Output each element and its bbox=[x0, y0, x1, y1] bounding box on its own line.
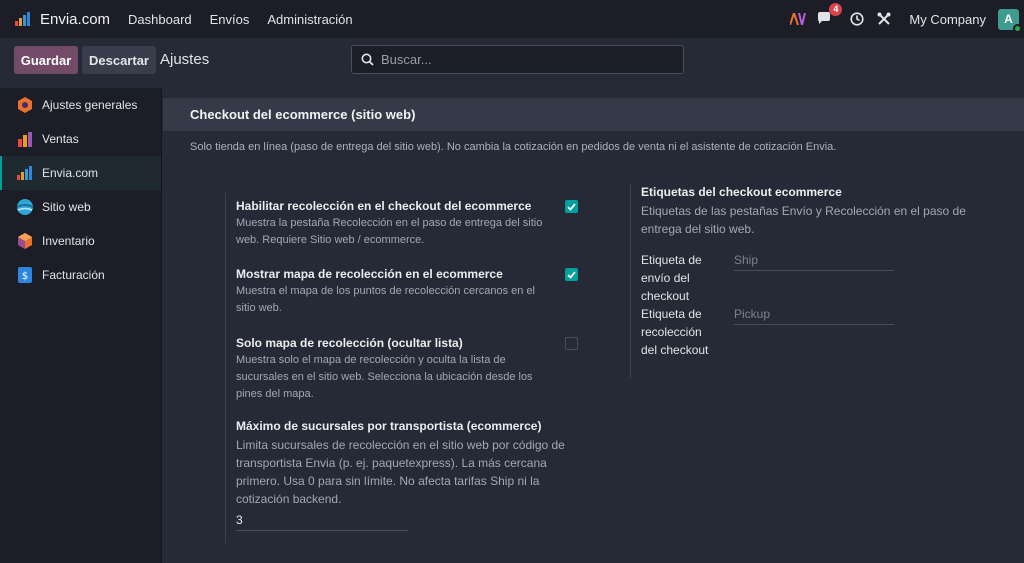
sidebar-item-general-settings[interactable]: Ajustes generales bbox=[0, 88, 161, 122]
page-title: Ajustes bbox=[160, 51, 210, 68]
sidebar-item-label: Ventas bbox=[42, 132, 79, 146]
menu-administracion[interactable]: Administración bbox=[267, 12, 352, 27]
search-input[interactable] bbox=[381, 52, 661, 67]
pickup-label-caption: Etiqueta de recolección del checkout bbox=[641, 307, 709, 357]
settings-left-column: Habilitar recolección en el checkout del… bbox=[225, 193, 585, 543]
envia-icon bbox=[16, 165, 33, 182]
setting-description: Muestra la pestaña Recolección en el pas… bbox=[236, 217, 543, 246]
discard-button[interactable]: Descartar bbox=[82, 46, 156, 74]
setting-max-branches: Máximo de sucursales por transportista (… bbox=[236, 418, 566, 508]
check-icon bbox=[567, 202, 576, 211]
chat-icon[interactable]: 4 bbox=[817, 3, 843, 27]
setting-description: Limita sucursales de recolección en el s… bbox=[236, 438, 565, 506]
shipping-label-input[interactable] bbox=[734, 253, 894, 267]
sidebar-item-label: Envia.com bbox=[42, 166, 99, 180]
labels-block-description: Etiquetas de las pestañas Envío y Recole… bbox=[641, 204, 966, 236]
labels-block-title: Etiquetas del checkout ecommerce bbox=[641, 185, 842, 199]
setting-title: Máximo de sucursales por transportista (… bbox=[236, 419, 542, 433]
sidebar-item-label: Ajustes generales bbox=[42, 98, 138, 112]
check-icon bbox=[567, 270, 576, 279]
map-only-checkbox[interactable] bbox=[565, 337, 578, 350]
inventory-icon bbox=[16, 233, 33, 250]
enable-pickup-checkbox[interactable] bbox=[565, 200, 578, 213]
shipping-label-caption: Etiqueta de envío del checkout bbox=[641, 253, 702, 303]
search-icon bbox=[361, 53, 374, 66]
settings-content: Checkout del ecommerce (sitio web) Solo … bbox=[163, 88, 1024, 563]
user-avatar[interactable]: A bbox=[998, 8, 1022, 33]
online-status-dot bbox=[1013, 23, 1022, 33]
sidebar-item-website[interactable]: Sitio web bbox=[0, 190, 161, 224]
section-title: Checkout del ecommerce (sitio web) bbox=[190, 107, 416, 122]
avatar-letter: A bbox=[1004, 12, 1013, 26]
sidebar-item-label: Facturación bbox=[42, 268, 105, 282]
sidebar-item-envia[interactable]: Envia.com bbox=[0, 156, 161, 190]
svg-text:$: $ bbox=[21, 271, 27, 282]
sidebar-item-label: Sitio web bbox=[42, 200, 91, 214]
sidebar-item-sales[interactable]: Ventas bbox=[0, 122, 161, 156]
systray: 4 My Company A bbox=[790, 0, 1024, 38]
main-menu: Dashboard Envíos Administración bbox=[128, 12, 371, 27]
settings-sidebar: Ajustes generales Ventas Envia.com Sitio… bbox=[0, 88, 162, 563]
sales-icon bbox=[16, 131, 33, 148]
max-branches-input[interactable]: 3 bbox=[236, 511, 408, 531]
save-button[interactable]: Guardar bbox=[14, 46, 78, 74]
menu-envios[interactable]: Envíos bbox=[210, 12, 250, 27]
setting-description: Muestra el mapa de los puntos de recolec… bbox=[236, 285, 536, 314]
sidebar-item-inventory[interactable]: Inventario bbox=[0, 224, 161, 258]
brand[interactable]: Envia.com bbox=[15, 11, 110, 28]
brand-name: Envia.com bbox=[40, 10, 111, 28]
ai-icon[interactable] bbox=[790, 11, 807, 27]
setting-enable-pickup-checkout: Habilitar recolección en el checkout del… bbox=[236, 198, 566, 249]
company-switcher[interactable]: My Company bbox=[909, 12, 986, 27]
website-icon bbox=[16, 199, 33, 216]
shipping-label-field bbox=[734, 251, 894, 271]
setting-title: Solo mapa de recolección (ocultar lista) bbox=[236, 336, 463, 350]
messages-badge: 4 bbox=[829, 3, 843, 16]
search-box[interactable] bbox=[351, 45, 684, 74]
section-header: Checkout del ecommerce (sitio web) bbox=[163, 98, 1024, 131]
envia-logo-icon bbox=[15, 12, 33, 26]
pickup-label-input[interactable] bbox=[734, 307, 894, 321]
setting-title: Mostrar mapa de recolección en el ecomme… bbox=[236, 267, 503, 281]
section-description: Solo tienda en línea (paso de entrega de… bbox=[190, 141, 837, 153]
sidebar-item-invoicing[interactable]: $ Facturación bbox=[0, 258, 161, 292]
setting-description: Muestra solo el mapa de recolección y oc… bbox=[236, 354, 533, 400]
settings-right-column: Etiquetas del checkout ecommerce Etiquet… bbox=[630, 183, 990, 378]
setting-show-pickup-map: Mostrar mapa de recolección en el ecomme… bbox=[236, 266, 566, 317]
top-navbar: Envia.com Dashboard Envíos Administració… bbox=[0, 0, 1024, 38]
menu-dashboard[interactable]: Dashboard bbox=[128, 12, 192, 27]
clock-icon[interactable] bbox=[849, 11, 865, 27]
control-panel: Guardar Descartar Ajustes bbox=[0, 38, 1024, 88]
setting-map-only: Solo mapa de recolección (ocultar lista)… bbox=[236, 335, 566, 403]
setting-title: Habilitar recolección en el checkout del… bbox=[236, 199, 532, 213]
invoicing-icon: $ bbox=[16, 267, 33, 284]
sidebar-item-label: Inventario bbox=[42, 234, 95, 248]
general-settings-icon bbox=[16, 97, 33, 114]
show-map-checkbox[interactable] bbox=[565, 268, 578, 281]
pickup-label-field bbox=[734, 305, 894, 325]
tools-icon[interactable] bbox=[876, 11, 892, 27]
